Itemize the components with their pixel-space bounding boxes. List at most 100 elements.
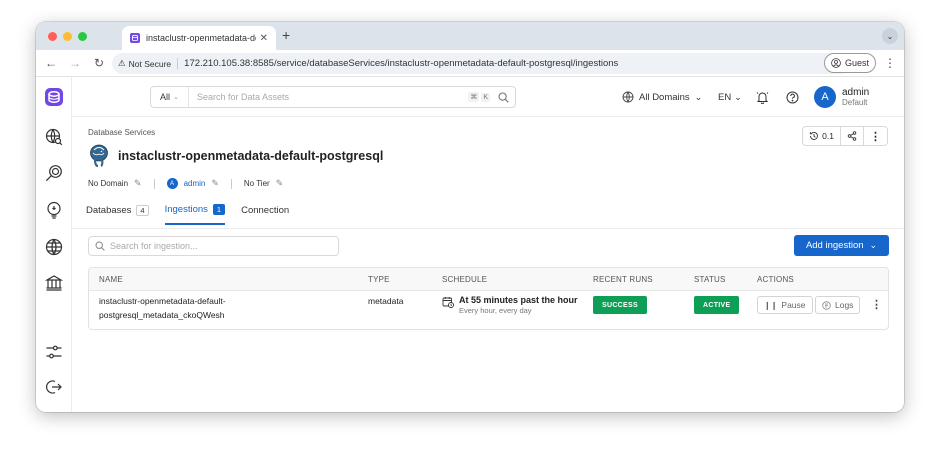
security-indicator[interactable]: ⚠ Not Secure (118, 58, 179, 69)
search-scope-select[interactable]: All ⌄ (151, 87, 189, 107)
domain-label: No Domain (88, 179, 129, 188)
share-button[interactable] (841, 127, 864, 145)
new-tab-icon[interactable]: + (282, 27, 290, 43)
maximize-window-button[interactable] (78, 31, 87, 41)
explore-icon[interactable] (44, 127, 64, 147)
ingestion-name: instaclustr-openmetadata-default- postgr… (99, 296, 226, 320)
column-header-name: NAME (99, 275, 123, 284)
chevron-down-icon: ⌄ (734, 91, 742, 102)
address-bar[interactable]: ⚠ Not Secure 172.210.105.38:8585/service… (112, 53, 852, 74)
edit-tier-icon[interactable]: ✎ (276, 178, 284, 189)
url-text: 172.210.105.38:8585/service/databaseServ… (184, 58, 619, 69)
divider (230, 178, 232, 189)
divider (153, 178, 155, 189)
forward-icon[interactable]: → (66, 56, 84, 70)
column-header-status: STATUS (694, 275, 726, 284)
browser-window: instaclustr-openmetadata-de ✕ + ⌄ ← → ↻ … (36, 22, 904, 412)
openmetadata-logo-icon[interactable] (44, 87, 64, 107)
person-icon (831, 58, 841, 68)
pause-button[interactable]: ❙❙ Pause (757, 296, 813, 314)
avatar: A (814, 86, 836, 108)
owner-link[interactable]: admin (184, 179, 206, 188)
notifications-bell-icon[interactable] (756, 77, 769, 117)
breadcrumb[interactable]: Database Services (88, 128, 155, 137)
user-menu[interactable]: A admin Default (814, 77, 869, 117)
shortcut-k-key: K (481, 92, 490, 102)
recent-run-badge[interactable]: SUCCESS (593, 296, 647, 314)
domains-globe-icon[interactable] (44, 237, 64, 257)
postgresql-logo-icon (90, 144, 108, 168)
ingestion-schedule: At 55 minutes past the hour Every hour, … (442, 294, 578, 316)
calendar-clock-icon (442, 297, 454, 308)
tab-databases[interactable]: Databases 4 (86, 202, 149, 225)
search-input[interactable]: Search for Data Assets (189, 92, 468, 102)
tab-ingestions[interactable]: Ingestions 1 (164, 202, 226, 225)
header-actions: 0.1 ⋮ (802, 126, 888, 146)
edit-domain-icon[interactable]: ✎ (134, 178, 142, 189)
window-controls (48, 31, 87, 41)
shortcut-cmd-key: ⌘ (468, 92, 480, 102)
tab-connection[interactable]: Connection (241, 202, 289, 225)
column-header-recent-runs: RECENT RUNS (593, 275, 653, 284)
close-window-button[interactable] (48, 31, 57, 41)
logs-button[interactable]: Logs (815, 296, 861, 314)
owner-avatar: A (166, 178, 178, 189)
ingestion-type: metadata (368, 296, 404, 306)
tab-count: 1 (212, 204, 226, 215)
ingestion-search-input[interactable]: Search for ingestion... (88, 236, 339, 256)
version-history-button[interactable]: 0.1 (803, 127, 841, 145)
openmetadata-favicon-icon (130, 33, 140, 43)
table-header: NAME TYPE SCHEDULE RECENT RUNS STATUS AC… (89, 268, 888, 291)
logout-icon[interactable] (44, 377, 64, 397)
tab-close-icon[interactable]: ✕ (260, 33, 268, 44)
add-ingestion-button[interactable]: Add ingestion ⌄ (794, 235, 889, 256)
chevron-down-icon: ⌄ (694, 91, 703, 102)
edit-owner-icon[interactable]: ✎ (211, 178, 219, 189)
globe-icon (622, 91, 634, 103)
profile-button[interactable]: Guest (824, 53, 876, 73)
warning-icon: ⚠ (118, 58, 126, 68)
tabs-divider (72, 228, 904, 229)
user-role: Default (842, 98, 868, 108)
more-options-icon[interactable]: ⋮ (864, 127, 887, 145)
browser-tab[interactable]: instaclustr-openmetadata-de ✕ (122, 26, 276, 50)
reload-icon[interactable]: ↻ (90, 56, 108, 70)
app-sidebar (36, 77, 72, 412)
page-header: instaclustr-openmetadata-default-postgre… (88, 144, 383, 168)
global-search: All ⌄ Search for Data Assets ⌘ K (150, 86, 516, 108)
main-content: Database Services instaclustr-openmetada… (72, 118, 904, 412)
browser-menu-icon[interactable]: ⋮ (884, 56, 896, 70)
page-title: instaclustr-openmetadata-default-postgre… (118, 149, 384, 163)
column-header-schedule: SCHEDULE (442, 275, 488, 284)
service-meta: No Domain ✎ A admin ✎ No Tier ✎ (88, 178, 283, 189)
search-icon (95, 241, 105, 251)
settings-sliders-icon[interactable] (44, 342, 64, 362)
tab-search-icon[interactable]: ⌄ (882, 28, 898, 44)
column-header-type: TYPE (368, 275, 390, 284)
browser-tab-bar: instaclustr-openmetadata-de ✕ + ⌄ (36, 22, 904, 50)
domain-selector[interactable]: All Domains ⌄ (622, 77, 702, 117)
tab-count: 4 (136, 205, 149, 216)
chevron-down-icon: ⌄ (173, 94, 179, 101)
logs-icon (822, 300, 831, 310)
back-icon[interactable]: ← (42, 56, 60, 70)
column-header-actions: ACTIONS (757, 275, 794, 284)
status-badge: ACTIVE (694, 296, 740, 314)
user-name: admin (842, 86, 870, 98)
service-tabs: Databases 4 Ingestions 1 Connection (86, 202, 305, 225)
language-selector[interactable]: EN ⌄ (718, 77, 742, 117)
insights-icon[interactable] (44, 200, 64, 220)
governance-icon[interactable] (44, 273, 64, 293)
chevron-down-icon: ⌄ (869, 240, 878, 250)
pause-icon: ❙❙ (764, 300, 778, 310)
observability-icon[interactable] (44, 163, 64, 183)
search-icon[interactable] (498, 91, 509, 103)
history-icon (810, 132, 819, 140)
table-row: instaclustr-openmetadata-default- postgr… (89, 291, 888, 329)
app-header: All ⌄ Search for Data Assets ⌘ K All Dom… (72, 77, 904, 117)
tab-title: instaclustr-openmetadata-de (146, 33, 256, 43)
ingestion-table: NAME TYPE SCHEDULE RECENT RUNS STATUS AC… (88, 267, 889, 330)
row-more-options-icon[interactable]: ⋮ (871, 298, 882, 311)
minimize-window-button[interactable] (63, 31, 72, 41)
help-icon[interactable] (786, 77, 799, 117)
